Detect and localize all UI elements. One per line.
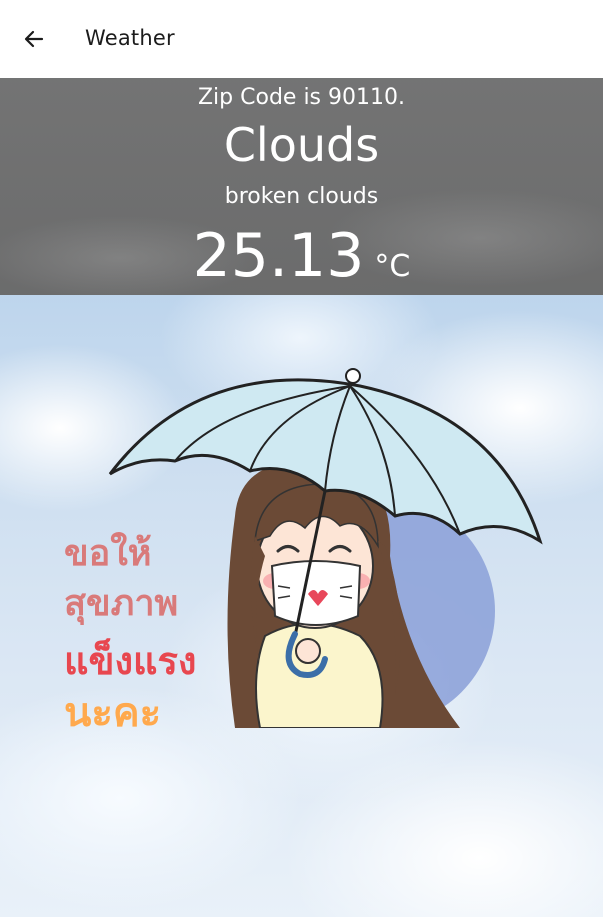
app-bar: Weather bbox=[0, 0, 603, 78]
weather-description: broken clouds bbox=[224, 184, 379, 209]
weather-summary-panel: Zip Code is 90110. Clouds broken clouds … bbox=[0, 78, 603, 295]
sticker-text-line-4: นะคะ bbox=[64, 690, 162, 736]
temperature-display: 25.13 °C bbox=[0, 221, 603, 291]
sticker-text-line-1: ขอให้ bbox=[64, 533, 152, 574]
temperature-value: 25.13 bbox=[192, 221, 365, 291]
zip-code-text: Zip Code is 90110. bbox=[197, 85, 405, 110]
weather-condition: Clouds bbox=[223, 118, 380, 172]
back-button[interactable] bbox=[19, 24, 49, 54]
sticker-text-line-2: สุขภาพ bbox=[64, 583, 179, 624]
temperature-unit: °C bbox=[374, 249, 411, 284]
page-title: Weather bbox=[85, 26, 175, 50]
arrow-left-icon bbox=[24, 30, 44, 48]
